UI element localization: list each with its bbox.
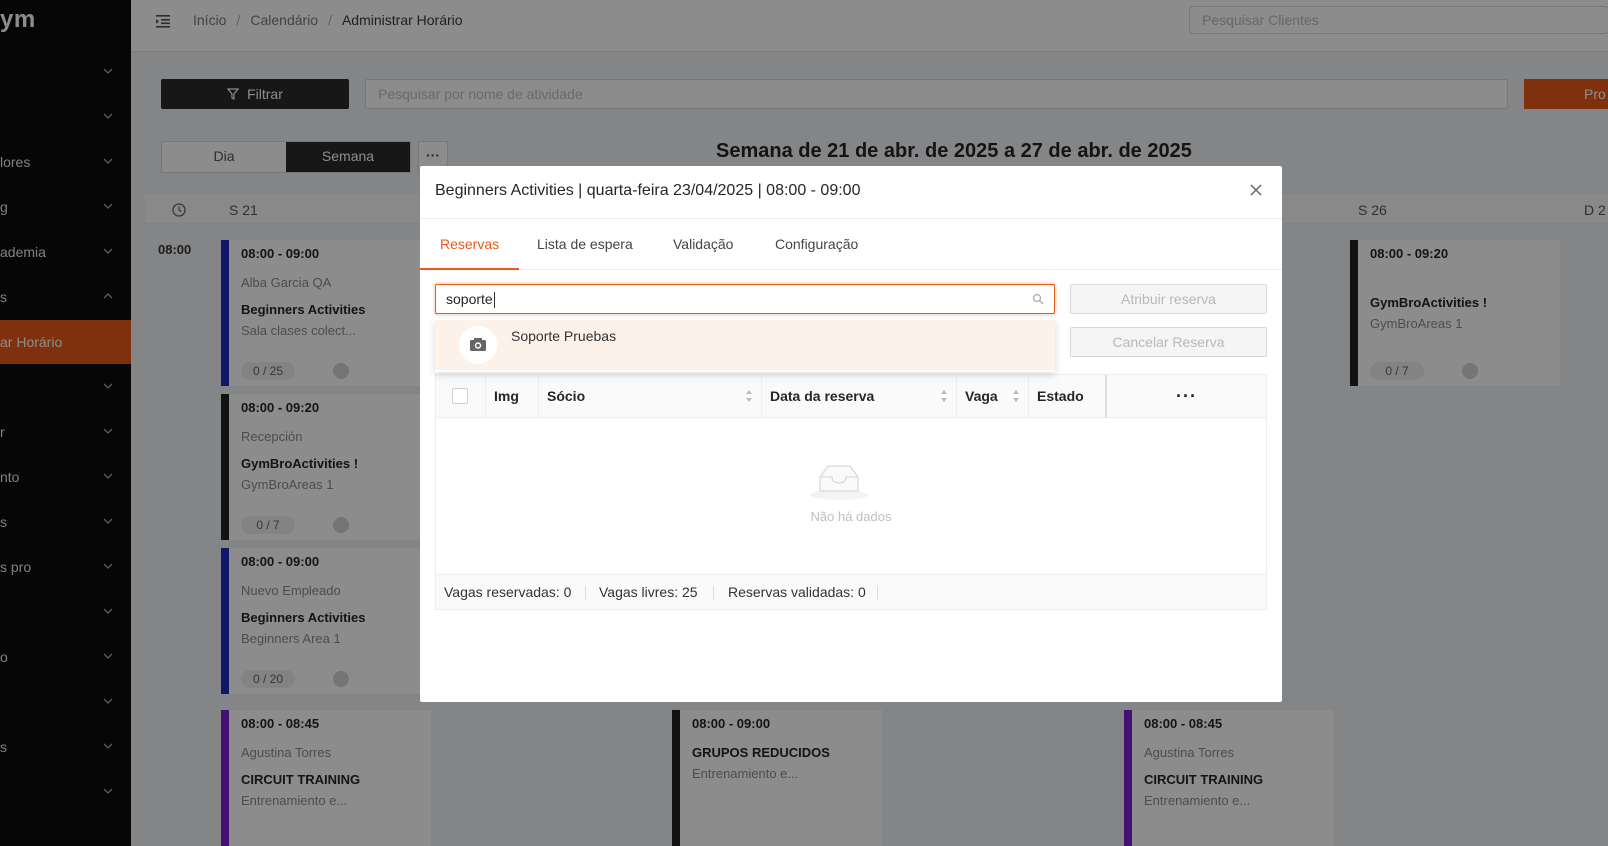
modal-tabs: Reservas Lista de espera Validação Confi… — [420, 219, 1282, 270]
col-slot[interactable]: Vaga — [957, 375, 1029, 418]
col-img: Img — [486, 375, 539, 418]
sort-icon — [746, 390, 752, 402]
assign-reservation-button[interactable]: Atribuir reserva — [1070, 284, 1267, 314]
tab-configuration[interactable]: Configuração — [755, 219, 878, 270]
select-all-cell — [436, 375, 486, 418]
free-slots: Vagas livres: 25 — [599, 584, 698, 600]
close-icon[interactable] — [1248, 182, 1264, 198]
col-status: Estado — [1029, 375, 1107, 418]
member-search-value: soporte — [446, 291, 493, 307]
select-all-checkbox[interactable] — [452, 388, 468, 404]
footer-divider — [877, 586, 878, 600]
camera-icon — [470, 338, 486, 351]
suggestion-item[interactable]: Soporte Pruebas — [435, 320, 1055, 370]
reservation-modal: Beginners Activities | quarta-feira 23/0… — [420, 166, 1282, 702]
col-date-label: Data da reserva — [770, 388, 875, 404]
table-footer: Vagas reservadas: 0 Vagas livres: 25 Res… — [436, 574, 1266, 609]
tab-waitlist[interactable]: Lista de espera — [517, 219, 653, 270]
col-slot-label: Vaga — [965, 388, 998, 404]
tab-validation[interactable]: Validação — [653, 219, 753, 270]
avatar — [459, 326, 497, 364]
col-member-label: Sócio — [547, 388, 586, 404]
member-suggestions-dropdown: Soporte Pruebas — [435, 318, 1055, 372]
empty-state-text: Não há dados — [810, 509, 892, 524]
search-icon — [1032, 293, 1044, 305]
member-search-input[interactable]: soporte — [435, 284, 1055, 314]
tab-reservas[interactable]: Reservas — [420, 219, 520, 270]
table-header: Img Sócio Data da reserva Vaga Estado ··… — [436, 375, 1267, 418]
reservations-table: Img Sócio Data da reserva Vaga Estado ··… — [435, 374, 1267, 610]
col-actions-menu[interactable]: ··· — [1107, 375, 1267, 418]
footer-divider — [713, 586, 714, 600]
modal-title: Beginners Activities | quarta-feira 23/0… — [435, 182, 861, 199]
cancel-reservation-button[interactable]: Cancelar Reserva — [1070, 327, 1267, 357]
reserved-slots: Vagas reservadas: 0 — [444, 584, 572, 600]
col-date[interactable]: Data da reserva — [762, 375, 957, 418]
validated-reservations: Reservas validadas: 0 — [728, 584, 866, 600]
sort-icon — [1013, 390, 1019, 402]
text-caret — [493, 292, 495, 309]
sort-icon — [941, 390, 947, 402]
suggestion-name: Soporte Pruebas — [511, 328, 617, 344]
empty-inbox-icon — [810, 465, 868, 500]
footer-divider — [585, 586, 586, 600]
col-member[interactable]: Sócio — [539, 375, 762, 418]
